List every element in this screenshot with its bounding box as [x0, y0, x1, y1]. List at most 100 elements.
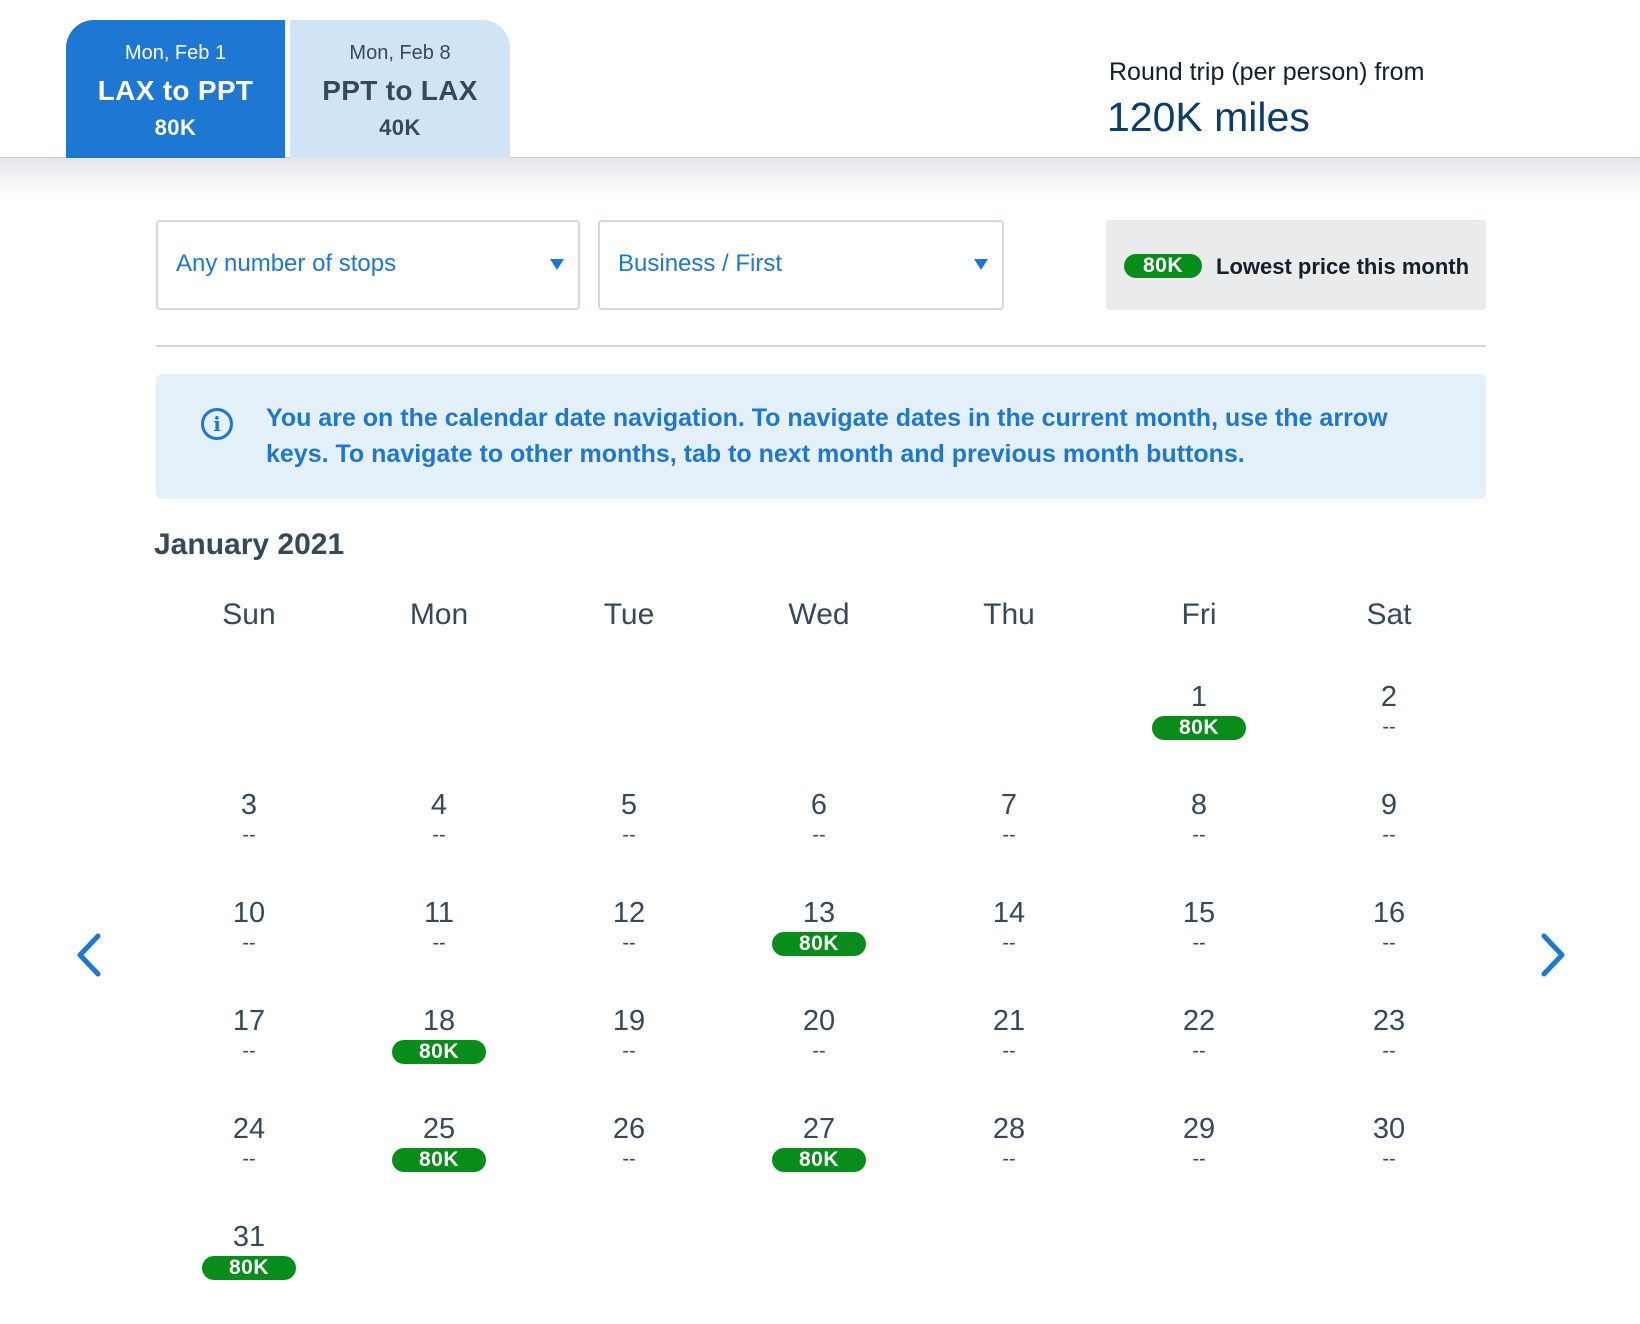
day-number: 16 — [1372, 897, 1406, 929]
info-banner: i You are on the calendar date navigatio… — [156, 374, 1486, 499]
day-number: 9 — [1380, 789, 1398, 821]
calendar-day[interactable]: 1 80K — [1104, 680, 1294, 780]
day-number: 1 — [1190, 681, 1208, 713]
day-number: 6 — [810, 789, 828, 821]
day-price-badge: 80K — [1152, 716, 1246, 740]
day-number: 20 — [802, 1005, 836, 1037]
calendar-day[interactable]: 17 -- — [154, 1004, 344, 1104]
day-number: 27 — [802, 1113, 836, 1145]
segment-price: 80K — [154, 115, 197, 140]
calendar-day[interactable]: 23 -- — [1294, 1004, 1484, 1104]
day-price-unavailable: -- — [432, 824, 446, 846]
weekday-label: Fri — [1181, 598, 1217, 631]
day-price-unavailable: -- — [1382, 716, 1396, 738]
info-icon: i — [201, 408, 233, 440]
segment-route: LAX to PPT — [97, 75, 254, 106]
day-number: 15 — [1182, 897, 1216, 929]
segment-date: Mon, Feb 8 — [349, 42, 451, 64]
day-price-unavailable: -- — [242, 932, 256, 954]
day-number: 7 — [1000, 789, 1018, 821]
day-number: 2 — [1380, 681, 1398, 713]
info-message: You are on the calendar date navigation.… — [266, 404, 1388, 468]
day-number: 26 — [612, 1113, 646, 1145]
day-price-badge: 80K — [772, 1148, 866, 1172]
day-number: 18 — [422, 1005, 456, 1037]
divider — [156, 345, 1486, 347]
day-price-unavailable: -- — [622, 932, 636, 954]
weekday-label: Sun — [222, 598, 276, 631]
day-price-unavailable: -- — [812, 824, 826, 846]
previous-month-button[interactable] — [70, 930, 110, 980]
calendar-day[interactable]: 27 80K — [724, 1112, 914, 1212]
day-price-unavailable: -- — [242, 1040, 256, 1062]
calendar-day[interactable]: 26 -- — [534, 1112, 724, 1212]
calendar-day[interactable]: 14 -- — [914, 896, 1104, 996]
calendar-day[interactable]: 31 80K — [154, 1220, 344, 1320]
calendar-day[interactable]: 5 -- — [534, 788, 724, 888]
segment-tab-outbound[interactable]: Mon, Feb 1 LAX to PPT 80K — [66, 20, 285, 158]
segment-route: PPT to LAX — [322, 75, 478, 106]
day-number: 28 — [992, 1113, 1026, 1145]
calendar-day[interactable]: 9 -- — [1294, 788, 1484, 888]
calendar-grid: 1 80K 2 -- 3 -- 4 -- 5 -- 6 -- 7 -- 8 -- 9 -- 10 -- 11 -- 12 --… — [154, 680, 1486, 1300]
day-number: 3 — [240, 789, 258, 821]
calendar-day[interactable]: 2 -- — [1294, 680, 1484, 780]
lowest-price-legend: 80K Lowest price this month — [1106, 220, 1486, 310]
day-number: 21 — [992, 1005, 1026, 1037]
calendar-day[interactable]: 4 -- — [344, 788, 534, 888]
day-number: 12 — [612, 897, 646, 929]
calendar-day[interactable]: 6 -- — [724, 788, 914, 888]
calendar-day[interactable]: 25 80K — [344, 1112, 534, 1212]
day-number: 22 — [1182, 1005, 1216, 1037]
day-price-unavailable: -- — [1192, 824, 1206, 846]
day-number: 19 — [612, 1005, 646, 1037]
calendar-day[interactable]: 29 -- — [1104, 1112, 1294, 1212]
calendar-day[interactable]: 18 80K — [344, 1004, 534, 1104]
cabin-dropdown-value: Business / First — [618, 250, 783, 277]
calendar-day[interactable]: 7 -- — [914, 788, 1104, 888]
segment-price: 40K — [379, 115, 421, 140]
day-number: 24 — [232, 1113, 266, 1145]
calendar-day[interactable]: 24 -- — [154, 1112, 344, 1212]
calendar-day[interactable]: 30 -- — [1294, 1112, 1484, 1212]
day-price-badge: 80K — [392, 1040, 486, 1064]
day-price-unavailable: -- — [242, 1148, 256, 1170]
segment-tab-return[interactable]: Mon, Feb 8 PPT to LAX 40K — [290, 20, 510, 158]
day-price-unavailable: -- — [1002, 1040, 1016, 1062]
weekday-label: Wed — [788, 598, 850, 631]
calendar-day[interactable]: 19 -- — [534, 1004, 724, 1104]
weekday-label: Mon — [409, 598, 469, 631]
day-number: 31 — [232, 1221, 266, 1253]
next-month-button[interactable] — [1532, 930, 1572, 980]
weekday-label: Thu — [983, 598, 1035, 631]
legend-text: Lowest price this month — [1216, 254, 1470, 279]
calendar-day[interactable]: 13 80K — [724, 896, 914, 996]
stops-dropdown[interactable]: Any number of stops — [156, 220, 580, 310]
caret-down-icon — [974, 259, 988, 270]
header-bar: Mon, Feb 1 LAX to PPT 80K Mon, Feb 8 PPT… — [0, 0, 1640, 158]
weekday-label: Sat — [1366, 598, 1412, 631]
day-price-unavailable: -- — [242, 824, 256, 846]
day-price-unavailable: -- — [1002, 824, 1016, 846]
day-price-badge: 80K — [392, 1148, 486, 1172]
calendar-day[interactable]: 20 -- — [724, 1004, 914, 1104]
chevron-left-icon — [77, 933, 101, 977]
calendar-day[interactable]: 11 -- — [344, 896, 534, 996]
stops-dropdown-value: Any number of stops — [176, 250, 397, 277]
calendar-day[interactable]: 12 -- — [534, 896, 724, 996]
day-price-unavailable: -- — [1002, 1148, 1016, 1170]
day-price-unavailable: -- — [1192, 1040, 1206, 1062]
day-price-unavailable: -- — [1192, 1148, 1206, 1170]
cabin-dropdown[interactable]: Business / First — [598, 220, 1004, 310]
calendar-day[interactable]: 15 -- — [1104, 896, 1294, 996]
calendar-day[interactable]: 28 -- — [914, 1112, 1104, 1212]
weekday-header: Sun Mon Tue Wed Thu Fri Sat — [154, 598, 1486, 638]
calendar-day[interactable]: 3 -- — [154, 788, 344, 888]
calendar-day[interactable]: 22 -- — [1104, 1004, 1294, 1104]
day-price-unavailable: -- — [812, 1040, 826, 1062]
calendar-day[interactable]: 16 -- — [1294, 896, 1484, 996]
calendar-day[interactable]: 10 -- — [154, 896, 344, 996]
calendar-day[interactable]: 8 -- — [1104, 788, 1294, 888]
day-number: 17 — [232, 1005, 266, 1037]
calendar-day[interactable]: 21 -- — [914, 1004, 1104, 1104]
